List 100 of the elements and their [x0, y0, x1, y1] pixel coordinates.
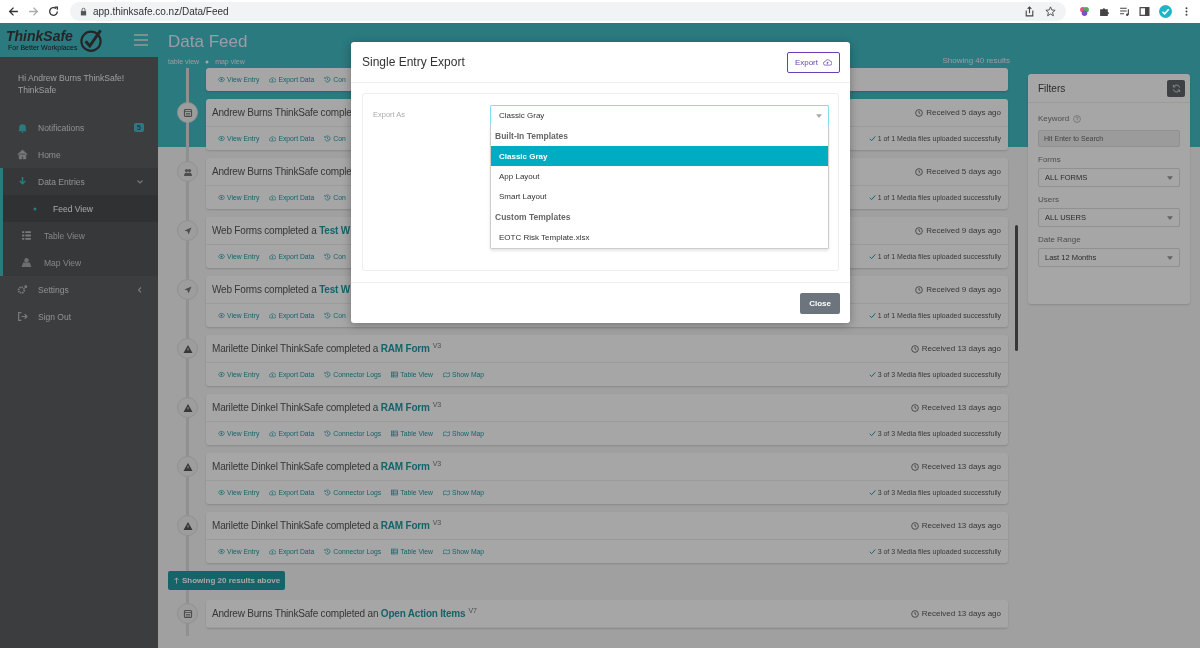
history-icon: [324, 76, 332, 83]
eye-icon: [218, 76, 225, 83]
form-link[interactable]: RAM Form: [380, 343, 430, 355]
refresh-button[interactable]: [1167, 79, 1185, 97]
dropdown-option[interactable]: EOTC Risk Template.xlsx: [491, 227, 828, 247]
form-link[interactable]: RAM Form: [380, 402, 430, 414]
puzzle-icon[interactable]: [1099, 6, 1110, 17]
map-icon: [443, 430, 450, 437]
history-icon: [324, 253, 332, 260]
bullet-icon: [205, 59, 210, 64]
received-time: Received 13 days ago: [921, 403, 1001, 412]
check-icon: [868, 253, 876, 260]
logo-name: ThinkSafe: [6, 29, 74, 43]
form-link[interactable]: Test W: [319, 225, 350, 236]
caret-icon: [1167, 215, 1173, 220]
nav-item[interactable]: Home: [0, 141, 158, 168]
entry-title: Andrew Burns ThinkSafe completed an Open Action Items $^{V7}$: [212, 607, 477, 620]
dropdown-option[interactable]: Classic Gray: [491, 146, 828, 166]
option-group-label: Custom Templates: [494, 210, 572, 224]
group-icon: [182, 166, 193, 177]
nav-subitem[interactable]: Feed View: [3, 195, 158, 222]
form-link[interactable]: RAM Form: [380, 520, 430, 532]
option-group-label: Built-In Templates: [494, 129, 570, 143]
eye-icon: [218, 135, 225, 142]
back-icon[interactable]: [8, 6, 19, 17]
check-icon: [868, 194, 876, 201]
received-time: Received 13 days ago: [921, 609, 1001, 618]
form-link[interactable]: Open Action Items: [380, 608, 466, 620]
share-icon[interactable]: [1024, 6, 1035, 17]
clock-icon: [910, 344, 919, 353]
scrollbar[interactable]: [1015, 225, 1018, 351]
nav-item[interactable]: Data Entries: [0, 168, 158, 195]
warning-icon: [182, 343, 193, 354]
extension-icon[interactable]: [1079, 6, 1090, 17]
history-icon: [324, 430, 332, 437]
form-link[interactable]: RAM Form: [380, 461, 430, 473]
warning-icon: [182, 520, 193, 531]
history-icon: [324, 312, 332, 319]
filter-label: Date Range: [1038, 235, 1081, 244]
page-title: Data Feed: [168, 32, 248, 52]
dropdown-option[interactable]: App Layout: [491, 166, 828, 186]
entry-title: Andrew Burns ThinkSafe comple: [212, 107, 352, 118]
clock-icon: [910, 403, 919, 412]
eye-icon: [218, 312, 225, 319]
nav-item[interactable]: Sign Out: [0, 303, 158, 330]
address-bar[interactable]: app.thinksafe.co.nz/Data/Feed: [70, 2, 1066, 21]
nav-item[interactable]: Settings: [0, 276, 158, 303]
template-select[interactable]: Classic Gray: [490, 105, 829, 125]
show-above-button[interactable]: Showing 20 results above: [168, 571, 286, 590]
received-time: Received 5 days ago: [926, 108, 1001, 117]
download-icon: [17, 176, 28, 187]
close-button[interactable]: Close: [800, 292, 840, 314]
map-icon: [443, 489, 450, 496]
check-icon: [868, 548, 876, 555]
received-time: Received 13 days ago: [921, 521, 1001, 530]
filter-label: Users: [1038, 195, 1059, 204]
check-icon: [868, 312, 876, 319]
table-icon: [391, 371, 399, 378]
history-icon: [324, 489, 332, 496]
caret-icon: [816, 113, 822, 118]
gears-icon: [17, 284, 28, 295]
entry-title: Marilette Dinkel ThinkSafe completed a RAM Form $^{V3}$: [212, 401, 441, 414]
results-count: Showing 40 results: [942, 56, 1010, 65]
entry-title: Marilette Dinkel ThinkSafe completed a RAM Form $^{V3}$: [212, 460, 441, 473]
received-time: Received 9 days ago: [926, 285, 1001, 294]
check-icon: [868, 371, 876, 378]
entry-title: Andrew Burns ThinkSafe comple: [212, 166, 352, 177]
side-panel-icon[interactable]: [1139, 6, 1150, 17]
sign-out-icon: [17, 311, 28, 322]
refresh-icon: [1171, 83, 1181, 93]
form-link[interactable]: Test W: [319, 284, 350, 295]
eye-icon: [218, 371, 225, 378]
received-time: Received 5 days ago: [926, 167, 1001, 176]
entry-title: Marilette Dinkel ThinkSafe completed a RAM Form $^{V3}$: [212, 519, 441, 532]
eye-icon: [218, 194, 225, 201]
map-icon: [443, 371, 450, 378]
eye-icon: [218, 430, 225, 437]
form-icon: [182, 608, 193, 619]
cloud-upload-icon: [823, 58, 832, 66]
nav-subitem[interactable]: Table View: [3, 222, 158, 249]
star-icon[interactable]: [1045, 6, 1056, 17]
cloud-upload-icon: [269, 312, 277, 319]
clock-icon: [915, 285, 924, 294]
check-icon: [868, 489, 876, 496]
filter-label: Forms: [1038, 155, 1061, 164]
warning-icon: [182, 461, 193, 472]
bell-icon: [17, 122, 28, 133]
export-button[interactable]: Export: [786, 51, 840, 73]
nav-subitem[interactable]: Map View: [3, 249, 158, 276]
filters-title: Filters: [1038, 82, 1066, 94]
filter-label: Keyword: [1038, 114, 1070, 123]
map-marker-icon: [21, 257, 32, 268]
history-icon: [324, 135, 332, 142]
dropdown-option[interactable]: Smart Layout: [491, 186, 828, 206]
reload-icon[interactable]: [48, 6, 59, 17]
lock-icon: [80, 7, 87, 16]
playlist-icon[interactable]: [1119, 6, 1130, 17]
caret-icon: [1167, 175, 1173, 180]
history-icon: [324, 371, 332, 378]
clock-icon: [915, 108, 924, 117]
